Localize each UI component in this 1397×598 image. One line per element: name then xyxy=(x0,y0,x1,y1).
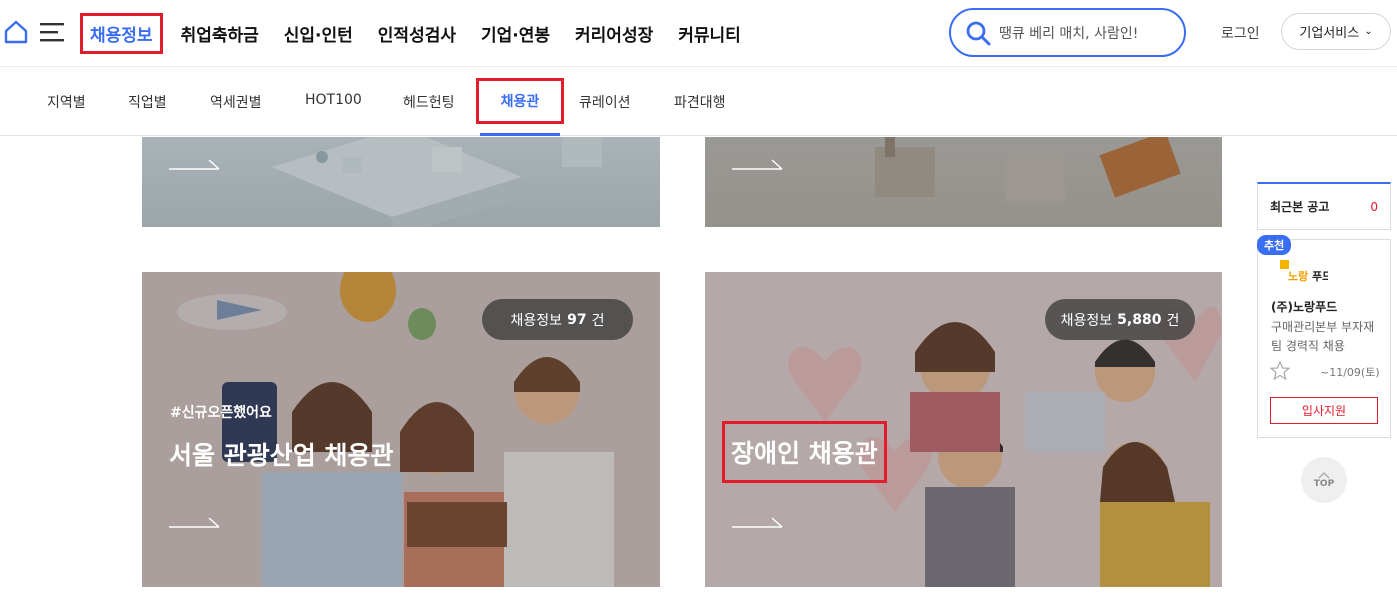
global-nav: 채용정보 취업축하금 신입·인턴 인적성검사 기업·연봉 커리어성장 커뮤니티 xyxy=(78,10,766,56)
recommend-badge: 추천 xyxy=(1257,235,1292,255)
arrow-right-icon xyxy=(169,517,220,528)
recommended-job-card[interactable]: 추천 노랑 푸드 (주)노랑푸드 구매관리본부 부자재팀 경력직 채용 ~11/… xyxy=(1257,235,1391,438)
hamburger-menu-icon[interactable] xyxy=(40,22,64,42)
card-overlay xyxy=(705,137,1222,227)
hall-card-disability[interactable]: 채용정보 5,880 건 장애인 채용관 xyxy=(705,272,1222,587)
hall-card-energy[interactable] xyxy=(142,137,660,227)
subnav-item-hiring-hall-label: 채용관 xyxy=(500,94,540,110)
job-count-prefix: 채용정보 xyxy=(1060,312,1113,329)
deadline-date: ~11/09(토) xyxy=(1320,366,1380,379)
sub-nav: 지역별 직업별 역세권별 HOT100 헤드헌팅 채용관 큐레이션 파견대행 xyxy=(0,66,1397,136)
job-count-suffix: 건 xyxy=(1166,312,1180,329)
apply-button[interactable]: 입사지원 xyxy=(1270,397,1378,424)
apply-button-label: 입사지원 xyxy=(1301,404,1347,418)
card-title: 장애인 채용관 xyxy=(731,439,878,468)
card-overlay xyxy=(142,137,660,227)
job-count-suffix: 건 xyxy=(591,312,605,329)
star-icon[interactable] xyxy=(1270,361,1290,381)
subnav-item-hot100[interactable]: HOT100 xyxy=(305,92,362,108)
global-header: 채용정보 취업축하금 신입·인턴 인적성검사 기업·연봉 커리어성장 커뮤니티 … xyxy=(0,0,1397,66)
search-icon xyxy=(966,21,991,45)
gnb-item-intern[interactable]: 신입·인턴 xyxy=(284,21,353,46)
right-sidebar: 최근본 공고 0 추천 노랑 푸드 (주)노랑푸드 구매관리본부 부자재팀 경력… xyxy=(1257,182,1391,438)
subnav-item-dispatch[interactable]: 파견대행 xyxy=(674,92,726,112)
svg-text:푸드: 푸드 xyxy=(1312,270,1328,283)
home-icon[interactable] xyxy=(3,19,29,45)
corp-service-button[interactable]: 기업서비스 ⌄ xyxy=(1281,13,1391,50)
active-tab-indicator xyxy=(480,133,560,136)
search-input[interactable]: 땡큐 베리 매치, 사람인! xyxy=(949,8,1186,57)
job-count-badge: 채용정보 97 건 xyxy=(482,299,633,340)
arrow-right-icon xyxy=(732,159,783,170)
card-tag: #신규오픈했어요 xyxy=(170,405,272,421)
hall-card-industry[interactable] xyxy=(705,137,1222,227)
recent-jobs-count: 0 xyxy=(1370,199,1378,214)
hall-card-seoul-tourism[interactable]: 채용정보 97 건 #신규오픈했어요 서울 관광산업 채용관 xyxy=(142,272,660,587)
gnb-item-jobs[interactable]: 채용정보 xyxy=(80,12,163,54)
company-name[interactable]: (주)노랑푸드 xyxy=(1271,298,1337,315)
chevron-up-icon xyxy=(1318,472,1330,479)
chevron-down-icon: ⌄ xyxy=(1364,26,1373,37)
job-count-badge: 채용정보 5,880 건 xyxy=(1045,299,1195,340)
arrow-right-icon xyxy=(732,517,783,528)
gnb-item-career[interactable]: 커리어성장 xyxy=(575,21,653,46)
subnav-item-hiring-hall[interactable]: 채용관 xyxy=(476,78,564,124)
scroll-top-button[interactable]: TOP xyxy=(1301,457,1347,503)
search-placeholder: 땡큐 베리 매치, 사람인! xyxy=(999,25,1139,42)
gnb-item-aptitude[interactable]: 인적성검사 xyxy=(378,21,456,46)
job-count-value: 97 xyxy=(567,311,587,328)
gnb-item-company[interactable]: 기업·연봉 xyxy=(481,21,550,46)
arrow-right-icon xyxy=(169,159,220,170)
job-count-value: 5,880 xyxy=(1117,311,1162,328)
card-title-highlight: 장애인 채용관 xyxy=(722,421,887,483)
login-link[interactable]: 로그인 xyxy=(1221,23,1260,43)
gnb-item-bonus[interactable]: 취업축하금 xyxy=(181,21,259,46)
recent-jobs-label: 최근본 공고 xyxy=(1270,200,1330,214)
corp-service-label: 기업서비스 xyxy=(1299,26,1360,41)
recent-jobs-panel[interactable]: 최근본 공고 0 xyxy=(1257,182,1391,230)
scroll-top-label: TOP xyxy=(1313,479,1335,489)
job-title[interactable]: 구매관리본부 부자재팀 경력직 채용 xyxy=(1271,318,1385,356)
svg-text:노랑: 노랑 xyxy=(1288,270,1308,283)
subnav-item-station[interactable]: 역세권별 xyxy=(210,92,262,112)
subnav-item-headhunting[interactable]: 헤드헌팅 xyxy=(403,92,455,112)
subnav-item-occupation[interactable]: 직업별 xyxy=(128,92,167,112)
subnav-item-region[interactable]: 지역별 xyxy=(47,92,86,112)
company-logo: 노랑 푸드 xyxy=(1280,260,1328,283)
gnb-item-community[interactable]: 커뮤니티 xyxy=(678,21,741,46)
job-count-prefix: 채용정보 xyxy=(510,312,563,329)
card-title: 서울 관광산업 채용관 xyxy=(169,441,394,470)
subnav-item-curation[interactable]: 큐레이션 xyxy=(579,92,631,112)
